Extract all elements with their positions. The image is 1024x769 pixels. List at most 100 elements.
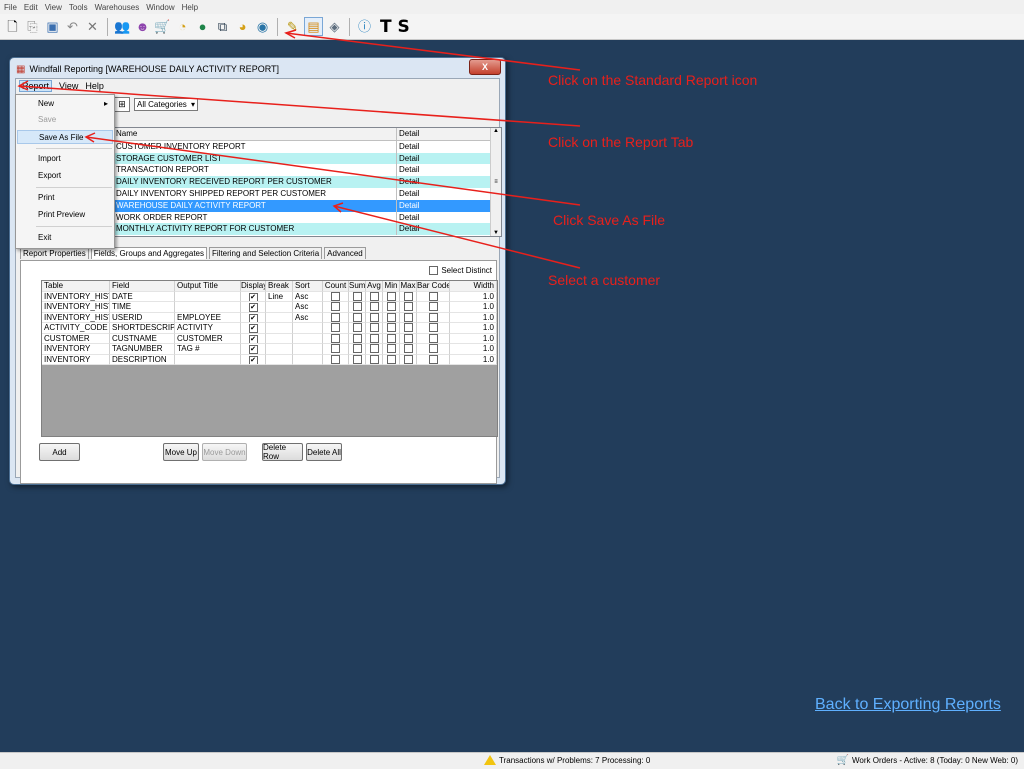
users-icon[interactable]: ☻ bbox=[134, 18, 151, 35]
network-icon[interactable]: ⧉ bbox=[214, 18, 231, 35]
app-menu-item[interactable]: File bbox=[4, 3, 17, 12]
close-button[interactable]: X bbox=[469, 59, 501, 75]
display-checkbox[interactable]: ✔ bbox=[248, 313, 258, 323]
tools-icon[interactable]: ✎ bbox=[284, 18, 301, 35]
aggregate-checkbox[interactable] bbox=[352, 333, 362, 343]
clock-icon[interactable]: ◔ bbox=[174, 18, 191, 35]
menu-item-print[interactable]: Print bbox=[17, 191, 113, 205]
aggregate-checkbox[interactable] bbox=[403, 344, 413, 353]
grid-cell-display[interactable]: ✔ bbox=[241, 312, 266, 323]
aggregate-checkbox[interactable] bbox=[428, 302, 438, 311]
grid-cell-table[interactable]: INVENTORY bbox=[42, 344, 110, 355]
grid-header-cell[interactable]: Sum bbox=[349, 281, 366, 292]
grid-cell-table[interactable]: ACTIVITY_CODE bbox=[42, 323, 110, 334]
grid-row[interactable]: INVENTORY TAGNUMBER TAG # ✔ 1.0 bbox=[42, 344, 497, 355]
search-people-icon[interactable]: ◉ bbox=[254, 18, 271, 35]
aggregate-checkbox[interactable] bbox=[386, 344, 396, 353]
grid-cell-aggregate[interactable] bbox=[349, 344, 366, 355]
menu-item-import[interactable]: Import bbox=[17, 152, 113, 166]
aggregate-checkbox[interactable] bbox=[331, 302, 340, 311]
grid-header-cell[interactable]: Bar Code bbox=[417, 281, 450, 292]
scroll-grip-icon[interactable]: ≡ bbox=[494, 179, 498, 185]
grid-cell-break[interactable] bbox=[266, 333, 293, 344]
grid-cell-aggregate[interactable] bbox=[417, 291, 450, 302]
standard-report-icon[interactable]: ▤ bbox=[304, 17, 323, 36]
history-icon[interactable]: ◕ bbox=[234, 18, 251, 35]
aggregate-checkbox[interactable] bbox=[369, 333, 379, 343]
grid-cell-field[interactable]: SHORTDESCRIPTIC bbox=[110, 323, 175, 334]
aggregate-checkbox[interactable] bbox=[352, 323, 362, 332]
grid-cell-aggregate[interactable] bbox=[383, 312, 400, 323]
grid-cell-output-title[interactable] bbox=[175, 354, 241, 365]
grid-cell-aggregate[interactable] bbox=[400, 354, 417, 365]
copy-icon[interactable]: ⎘ bbox=[24, 18, 41, 35]
grid-cell-aggregate[interactable] bbox=[417, 333, 450, 344]
grid-cell-aggregate[interactable] bbox=[349, 323, 366, 334]
grid-cell-break[interactable] bbox=[266, 312, 293, 323]
grid-header-cell[interactable]: Sort bbox=[293, 281, 323, 292]
grid-cell-aggregate[interactable] bbox=[417, 323, 450, 334]
aggregate-checkbox[interactable] bbox=[352, 291, 362, 301]
info-icon[interactable]: ⓘ bbox=[356, 18, 373, 35]
grid-cell-aggregate[interactable] bbox=[323, 323, 349, 334]
grid-cell-aggregate[interactable] bbox=[417, 302, 450, 313]
grid-cell-width[interactable]: 1.0 bbox=[450, 302, 497, 313]
grid-cell-output-title[interactable]: CUSTOMER bbox=[175, 333, 241, 344]
aggregate-checkbox[interactable] bbox=[403, 302, 413, 311]
grid-cell-aggregate[interactable] bbox=[366, 291, 383, 302]
menu-item-export[interactable]: Export bbox=[17, 169, 113, 183]
scroll-up-icon[interactable]: ▲ bbox=[493, 128, 499, 134]
report-designer-icon[interactable]: ◈ bbox=[326, 18, 343, 35]
report-list-row[interactable]: WAREHOUSE DAILY ACTIVITY REPORT Detail bbox=[114, 199, 501, 212]
grid-cell-aggregate[interactable] bbox=[349, 333, 366, 344]
aggregate-checkbox[interactable] bbox=[428, 323, 438, 332]
menu-item-exit[interactable]: Exit bbox=[17, 231, 113, 245]
grid-cell-sort[interactable]: Asc bbox=[293, 312, 323, 323]
grid-cell-field[interactable]: DATE bbox=[110, 291, 175, 302]
grid-cell-width[interactable]: 1.0 bbox=[450, 323, 497, 334]
aggregate-checkbox[interactable] bbox=[428, 333, 438, 343]
grid-cell-aggregate[interactable] bbox=[349, 291, 366, 302]
app-menu-item[interactable]: Window bbox=[146, 3, 174, 12]
status-transactions[interactable]: Transactions w/ Problems: 7 Processing: … bbox=[484, 755, 650, 765]
cart-icon[interactable]: 🛒 bbox=[154, 18, 171, 35]
save-icon[interactable]: ▣ bbox=[44, 18, 61, 35]
grid-cell-break[interactable] bbox=[266, 323, 293, 334]
grid-cell-break[interactable]: Line bbox=[266, 291, 293, 302]
grid-row[interactable]: CUSTOMER CUSTNAME CUSTOMER ✔ 1.0 bbox=[42, 333, 497, 344]
aggregate-checkbox[interactable] bbox=[386, 323, 396, 332]
grid-header-cell[interactable]: Field bbox=[110, 281, 175, 292]
aggregate-checkbox[interactable] bbox=[403, 312, 413, 322]
grid-cell-aggregate[interactable] bbox=[400, 344, 417, 355]
grid-cell-field[interactable]: DESCRIPTION bbox=[110, 354, 175, 365]
fields-grid[interactable]: Table Field Output Title Display Break Sort Co… bbox=[41, 280, 498, 437]
grid-cell-sort[interactable] bbox=[293, 323, 323, 334]
col-detail[interactable]: Detail bbox=[396, 128, 494, 140]
grid-cell-output-title[interactable]: TAG # bbox=[175, 344, 241, 355]
grid-cell-break[interactable] bbox=[266, 302, 293, 313]
grid-cell-display[interactable]: ✔ bbox=[241, 302, 266, 313]
grid-cell-width[interactable]: 1.0 bbox=[450, 312, 497, 323]
back-to-exporting-reports-link[interactable]: Back to Exporting Reports bbox=[815, 696, 1001, 714]
grid-cell-output-title[interactable]: ACTIVITY bbox=[175, 323, 241, 334]
grid-row[interactable]: INVENTORY_HISTOTIME ✔ Asc 1.0 bbox=[42, 302, 497, 313]
grid-cell-table[interactable]: INVENTORY_HISTO bbox=[42, 291, 110, 302]
grid-header-cell[interactable]: Max bbox=[400, 281, 417, 292]
grid-cell-field[interactable]: USERID bbox=[110, 312, 175, 323]
move-down-button[interactable]: Move Down bbox=[202, 443, 247, 461]
grid-cell-output-title[interactable]: EMPLOYEE bbox=[175, 312, 241, 323]
grid-cell-aggregate[interactable] bbox=[323, 354, 349, 365]
grid-cell-sort[interactable]: Asc bbox=[293, 302, 323, 313]
scroll-down-icon[interactable]: ▼ bbox=[493, 230, 499, 236]
aggregate-checkbox[interactable] bbox=[331, 323, 340, 332]
grid-cell-aggregate[interactable] bbox=[349, 312, 366, 323]
delete-icon[interactable]: ✕ bbox=[84, 18, 101, 35]
tree-view-icon[interactable]: ⊞ bbox=[114, 97, 130, 112]
menu-help[interactable]: Help bbox=[85, 81, 104, 91]
aggregate-checkbox[interactable] bbox=[331, 344, 340, 353]
grid-cell-width[interactable]: 1.0 bbox=[450, 291, 497, 302]
app-menu-item[interactable]: Tools bbox=[69, 3, 88, 12]
aggregate-checkbox[interactable] bbox=[331, 291, 340, 301]
menu-report[interactable]: Report bbox=[19, 80, 53, 92]
grid-cell-aggregate[interactable] bbox=[366, 323, 383, 334]
